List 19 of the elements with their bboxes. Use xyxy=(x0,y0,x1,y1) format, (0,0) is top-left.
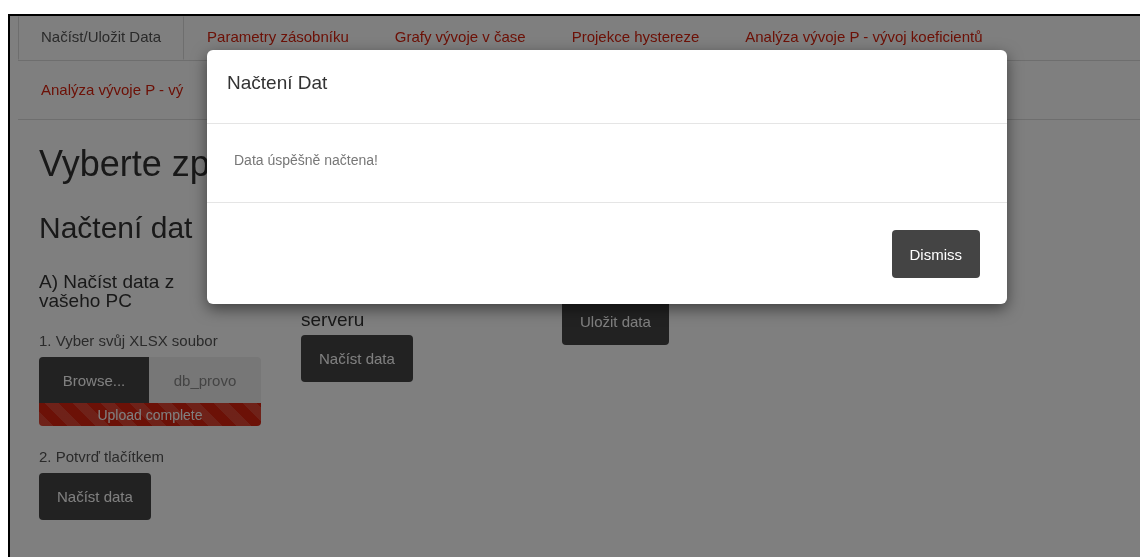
tab[interactable]: Analýza vývoje P - vý xyxy=(18,69,207,113)
browse-button[interactable]: Browse... xyxy=(39,357,149,403)
progress-fill: Upload complete xyxy=(39,403,261,426)
modal-message: Data úspěšně načtena! xyxy=(234,152,378,168)
tab[interactable]: Parametry zásobníku xyxy=(184,16,372,60)
tab[interactable]: Projekce hystereze xyxy=(548,16,723,60)
section-title: Načtení dat xyxy=(39,210,193,246)
tab[interactable]: Grafy vývoje v čase xyxy=(371,16,549,60)
step-label: 2. Potvrď tlačítkem xyxy=(39,448,166,465)
load-data-button[interactable]: Načíst data xyxy=(301,335,413,382)
section-heading: A) Načíst data z vašeho PC xyxy=(39,272,176,310)
step-label: 1. Vyber svůj XLSX soubor xyxy=(39,332,219,349)
modal-title: Načtení Dat xyxy=(227,72,328,93)
page-title: Vyberte zp xyxy=(39,142,210,186)
section-heading: serveru xyxy=(301,310,365,330)
tab[interactable]: Načíst/Uložit Data xyxy=(18,16,185,60)
load-data-button[interactable]: Načíst data xyxy=(39,473,151,520)
tab[interactable]: Analýza vývoje P - vývoj koeficientů xyxy=(722,16,1006,60)
dismiss-button[interactable]: Dismiss xyxy=(891,230,980,278)
